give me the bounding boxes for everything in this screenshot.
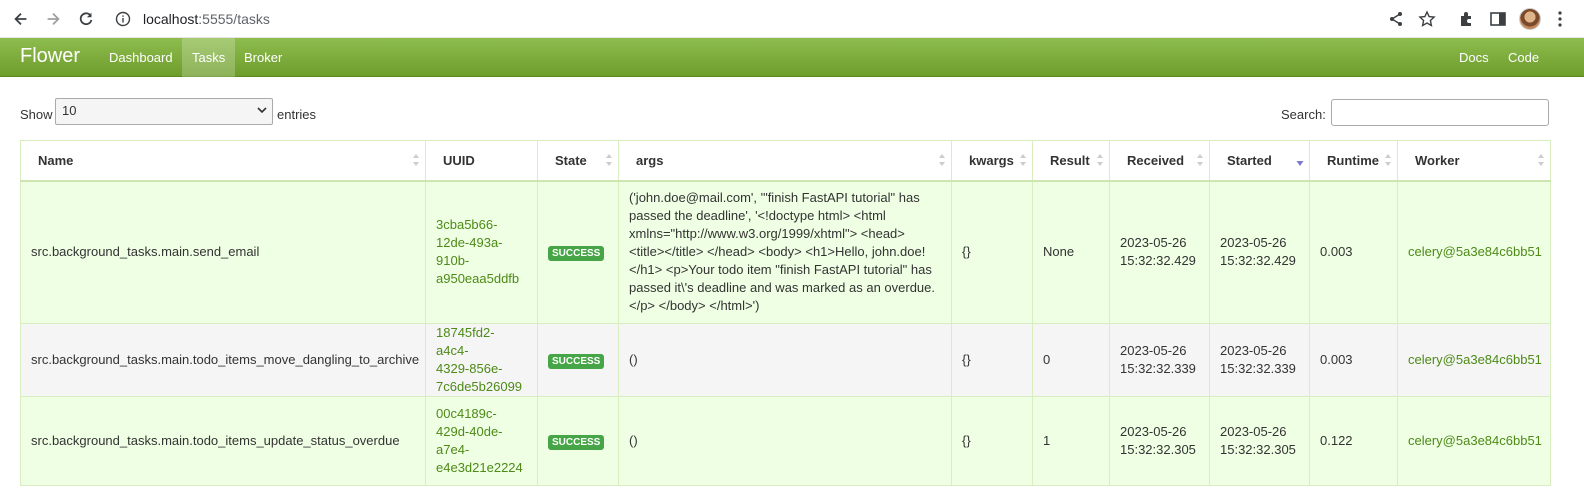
sort-icon bbox=[1538, 154, 1544, 166]
header-started[interactable]: Started bbox=[1209, 140, 1310, 182]
reload-icon[interactable] bbox=[76, 9, 96, 29]
task-kwargs: {} bbox=[951, 396, 1033, 486]
search-input[interactable] bbox=[1331, 99, 1549, 126]
task-runtime: 0.003 bbox=[1309, 323, 1398, 397]
extensions-icon[interactable] bbox=[1458, 10, 1476, 28]
status-badge: SUCCESS bbox=[548, 246, 605, 262]
forward-icon[interactable] bbox=[43, 9, 63, 29]
nav-dashboard[interactable]: Dashboard bbox=[99, 38, 183, 77]
show-label: Show bbox=[20, 107, 53, 122]
table-header-row: Name UUID State args kwargs Result Recei… bbox=[20, 140, 1551, 182]
sort-icon bbox=[1385, 154, 1391, 166]
header-received[interactable]: Received bbox=[1109, 140, 1210, 182]
task-runtime: 0.003 bbox=[1309, 180, 1398, 324]
nav-docs[interactable]: Docs bbox=[1449, 38, 1499, 77]
task-state: SUCCESS bbox=[537, 396, 619, 486]
nav-tasks[interactable]: Tasks bbox=[182, 38, 236, 77]
profile-avatar[interactable] bbox=[1519, 8, 1541, 30]
task-result: 1 bbox=[1032, 396, 1110, 486]
task-kwargs: {} bbox=[951, 180, 1033, 324]
header-result[interactable]: Result bbox=[1032, 140, 1110, 182]
task-name: src.background_tasks.main.send_email bbox=[20, 180, 426, 324]
url-text: localhost:5555/tasks bbox=[143, 10, 270, 27]
task-uuid-link[interactable]: 00c4189c- 429d-40de-a7e4- e4e3d21e2224 bbox=[425, 396, 538, 486]
nav-broker[interactable]: Broker bbox=[234, 38, 292, 77]
side-panel-icon[interactable] bbox=[1489, 10, 1507, 28]
task-started: 2023-05-26 15:32:32.339 bbox=[1209, 323, 1310, 397]
header-state[interactable]: State bbox=[537, 140, 619, 182]
task-kwargs: {} bbox=[951, 323, 1033, 397]
task-state: SUCCESS bbox=[537, 323, 619, 397]
task-worker-link[interactable]: celery@5a3e84c6bb51 bbox=[1397, 396, 1551, 486]
header-kwargs[interactable]: kwargs bbox=[951, 140, 1033, 182]
task-args: () bbox=[618, 323, 952, 397]
status-badge: SUCCESS bbox=[548, 354, 605, 369]
sort-icon bbox=[413, 154, 419, 166]
header-runtime[interactable]: Runtime bbox=[1309, 140, 1398, 182]
sort-icon bbox=[1097, 154, 1103, 166]
task-worker-link[interactable]: celery@5a3e84c6bb51 bbox=[1397, 323, 1551, 397]
entries-select[interactable]: 10 bbox=[55, 98, 273, 125]
status-badge: SUCCESS bbox=[548, 435, 605, 450]
menu-kebab-icon[interactable] bbox=[1557, 10, 1563, 28]
entries-label: entries bbox=[277, 107, 317, 122]
flower-navbar: Flower Dashboard Tasks Broker Docs Code bbox=[0, 38, 1584, 77]
task-received: 2023-05-26 15:32:32.339 bbox=[1109, 323, 1210, 397]
table-row[interactable]: src.background_tasks.main.todo_items_upd… bbox=[20, 396, 1551, 486]
header-worker[interactable]: Worker bbox=[1397, 140, 1551, 182]
task-result: None bbox=[1032, 180, 1110, 324]
task-uuid-link[interactable]: 18745fd2-a4c4- 4329-856e- 7c6de5b26099 bbox=[425, 323, 538, 397]
task-args: () bbox=[618, 396, 952, 486]
table-controls: Show 10 entries Search: bbox=[0, 77, 1584, 139]
back-icon[interactable] bbox=[11, 9, 31, 29]
task-received: 2023-05-26 15:32:32.429 bbox=[1109, 180, 1210, 324]
browser-toolbar: localhost:5555/tasks bbox=[0, 0, 1584, 38]
chevron-down-icon bbox=[257, 107, 267, 114]
task-name: src.background_tasks.main.todo_items_mov… bbox=[20, 323, 426, 397]
task-worker-link[interactable]: celery@5a3e84c6bb51 bbox=[1397, 180, 1551, 324]
task-started: 2023-05-26 15:32:32.429 bbox=[1209, 180, 1310, 324]
share-icon[interactable] bbox=[1387, 10, 1405, 28]
entries-select-value: 10 bbox=[62, 103, 77, 118]
nav-code[interactable]: Code bbox=[1498, 38, 1549, 77]
address-bar[interactable]: localhost:5555/tasks bbox=[107, 4, 1377, 33]
header-args[interactable]: args bbox=[618, 140, 952, 182]
search-label: Search: bbox=[1281, 107, 1326, 122]
bookmark-star-icon[interactable] bbox=[1418, 10, 1436, 28]
task-args: ('john.doe@mail.com', '"finish FastAPI t… bbox=[618, 180, 952, 324]
sort-desc-icon bbox=[1296, 161, 1304, 166]
site-info-icon[interactable] bbox=[115, 11, 131, 27]
task-name: src.background_tasks.main.todo_items_upd… bbox=[20, 396, 426, 486]
task-state: SUCCESS bbox=[537, 180, 619, 324]
table-row[interactable]: src.background_tasks.main.todo_items_mov… bbox=[20, 323, 1551, 397]
brand-logo[interactable]: Flower bbox=[20, 45, 80, 68]
task-received: 2023-05-26 15:32:32.305 bbox=[1109, 396, 1210, 486]
sort-icon bbox=[1197, 154, 1203, 166]
task-started: 2023-05-26 15:32:32.305 bbox=[1209, 396, 1310, 486]
sort-icon bbox=[606, 154, 612, 166]
task-uuid-link[interactable]: 3cba5b66- 12de-493a- 910b-a950eaa5ddfb bbox=[425, 180, 538, 324]
tasks-table: Name UUID State args kwargs Result Recei… bbox=[20, 140, 1551, 486]
sort-icon bbox=[1020, 154, 1026, 166]
task-result: 0 bbox=[1032, 323, 1110, 397]
header-name[interactable]: Name bbox=[20, 140, 426, 182]
header-uuid[interactable]: UUID bbox=[425, 140, 538, 182]
table-row[interactable]: src.background_tasks.main.send_email 3cb… bbox=[20, 180, 1551, 324]
task-runtime: 0.122 bbox=[1309, 396, 1398, 486]
sort-icon bbox=[939, 154, 945, 166]
